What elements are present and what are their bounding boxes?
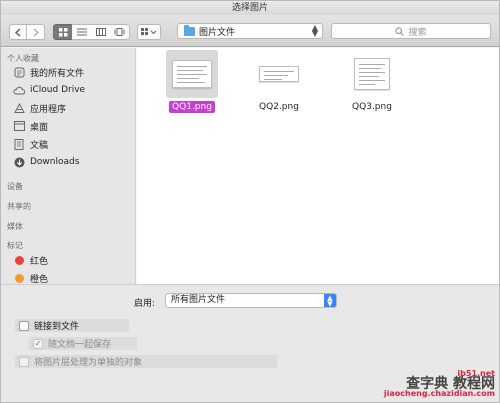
sidebar-item-tag-orange[interactable]: 橙色	[13, 271, 48, 284]
column-view-button[interactable]	[91, 24, 111, 40]
sidebar-item-desktop[interactable]: 桌面	[13, 119, 48, 133]
sidebar-item-applications[interactable]: 应用程序	[13, 101, 66, 115]
cover-flow-button[interactable]	[110, 24, 130, 40]
separate-objects-checkbox	[19, 356, 29, 367]
sidebar-item-label: iCloud Drive	[30, 85, 86, 95]
options-panel: 启用: 所有图片文件 ▲ ▼ 链接到文件 ✓ 随文档一起保存 将图片层处理为单独的…	[1, 284, 499, 402]
sidebar-item-all-files[interactable]: 我的所有文件	[13, 65, 84, 79]
sidebar-item-label: 文稿	[30, 140, 49, 151]
file-item-qq3[interactable]: QQ3.png	[337, 50, 407, 113]
sidebar: 个人收藏 我的所有文件 iCloud Drive 应用程序 桌面 文稿 Down…	[1, 48, 136, 284]
location-label: 图片文件	[199, 27, 236, 38]
applications-icon	[13, 102, 25, 114]
file-chooser-window: 选择图片 图片文件 ▲ ▼ 搜索 个人收藏 我的所有文件 iCloud Driv…	[0, 0, 500, 403]
separate-objects-option: 将图片层处理为单独的对象	[15, 355, 277, 368]
watermark: ib51.net 查字典 教程网 jiaocheng.chazidian.com	[383, 369, 495, 398]
window-title: 选择图片	[1, 1, 499, 15]
cloud-icon	[13, 84, 25, 96]
sidebar-item-label: 我的所有文件	[30, 68, 85, 79]
file-name: QQ2.png	[259, 102, 299, 112]
image-thumbnail	[172, 60, 212, 88]
devices-section-title: 设备	[7, 182, 23, 191]
sidebar-item-label: Downloads	[30, 157, 80, 167]
save-with-document-checkbox: ✓	[33, 338, 43, 349]
icon-grid-icon	[58, 27, 67, 36]
updown-chevron-icon: ▲ ▼	[324, 294, 336, 308]
search-field[interactable]: 搜索	[331, 23, 491, 39]
save-with-document-label: 随文档一起保存	[48, 340, 112, 350]
desktop-icon	[13, 120, 25, 132]
list-view-button[interactable]	[72, 24, 92, 40]
sidebar-item-label: 红色	[30, 256, 49, 267]
link-to-file-checkbox[interactable]	[19, 320, 29, 331]
enable-label: 启用:	[134, 299, 156, 309]
sidebar-item-label: 应用程序	[30, 104, 67, 115]
sidebar-item-label: 桌面	[30, 122, 49, 133]
location-popup[interactable]: 图片文件 ▲ ▼	[177, 23, 323, 39]
all-files-icon	[13, 66, 25, 78]
file-browser: QQ1.png QQ2.png QQ3.png	[137, 48, 499, 284]
list-icon	[76, 28, 87, 36]
updown-chevron-icon: ▲ ▼	[311, 23, 318, 38]
chevron-left-icon	[15, 28, 21, 36]
enable-select-value: 所有图片文件	[171, 295, 226, 305]
search-placeholder: 搜索	[408, 27, 427, 38]
file-name: QQ3.png	[352, 102, 392, 112]
documents-icon	[13, 138, 25, 150]
downloads-icon	[13, 156, 25, 168]
link-to-file-label: 链接到文件	[34, 322, 80, 332]
folder-icon	[184, 24, 195, 36]
file-name: QQ1.png	[169, 101, 215, 113]
forward-button[interactable]	[27, 24, 45, 40]
chevron-right-icon	[33, 28, 39, 36]
sidebar-item-downloads[interactable]: Downloads	[13, 155, 79, 169]
image-thumbnail	[354, 58, 390, 90]
media-section-title: 媒体	[7, 222, 23, 231]
file-item-qq1[interactable]: QQ1.png	[157, 50, 227, 113]
sidebar-item-icloud[interactable]: iCloud Drive	[13, 83, 85, 97]
favorites-section-title: 个人收藏	[7, 54, 39, 63]
back-button[interactable]	[9, 24, 27, 40]
file-item-qq2[interactable]: QQ2.png	[244, 50, 314, 113]
arrange-icon	[141, 28, 157, 35]
red-tag-dot-icon	[14, 255, 24, 265]
cover-flow-icon	[114, 28, 125, 36]
orange-tag-dot-icon	[14, 273, 24, 283]
sidebar-item-documents[interactable]: 文稿	[13, 137, 48, 151]
separate-objects-label: 将图片层处理为单独的对象	[34, 358, 143, 368]
enable-select[interactable]: 所有图片文件 ▲ ▼	[165, 293, 337, 308]
image-thumbnail	[259, 66, 299, 82]
arrange-button[interactable]	[137, 24, 161, 40]
link-to-file-option[interactable]: 链接到文件	[15, 319, 129, 332]
icon-view-button[interactable]	[53, 24, 73, 40]
tags-section-title: 标记	[7, 241, 23, 250]
search-icon	[395, 26, 405, 36]
sidebar-item-label: 橙色	[30, 274, 49, 285]
sidebar-item-tag-red[interactable]: 红色	[13, 253, 48, 267]
save-with-document-option: ✓ 随文档一起保存	[29, 337, 137, 350]
shared-section-title: 共享的	[7, 202, 31, 211]
columns-icon	[95, 28, 106, 36]
